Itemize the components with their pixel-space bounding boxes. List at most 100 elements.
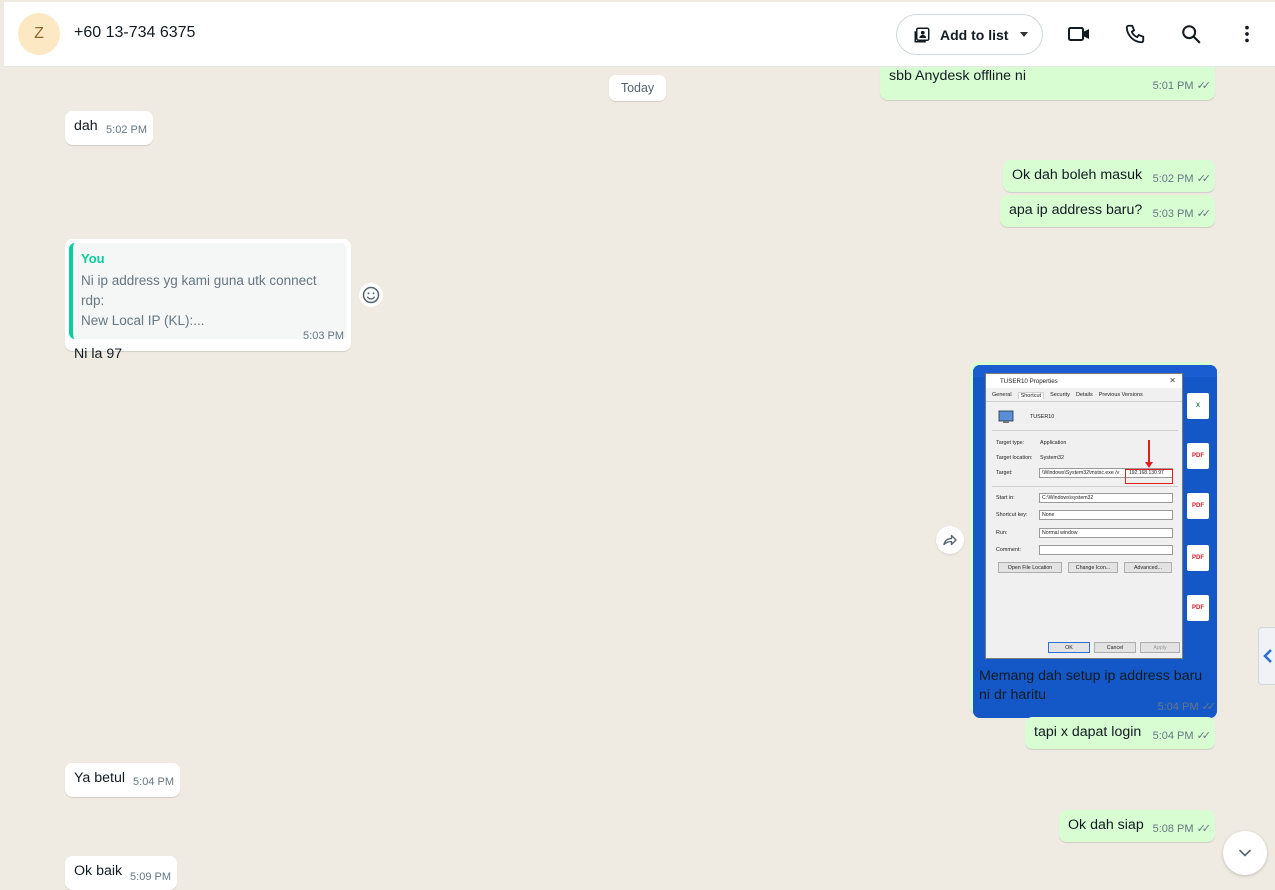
message-text: Ok baik bbox=[74, 863, 123, 879]
message-text: tapi x dapat login bbox=[1034, 724, 1142, 740]
tab-shortcut: Shortcut bbox=[1017, 392, 1045, 399]
run-label: Run: bbox=[996, 530, 1008, 536]
tab-previous-versions: Previous Versions bbox=[1098, 392, 1143, 398]
message-bubble-outgoing[interactable]: Ok dah siap 5:08 PM ✓✓ bbox=[1059, 810, 1215, 842]
message-text: Ok dah boleh masuk bbox=[1012, 167, 1143, 183]
message-time: 5:02 PM bbox=[106, 124, 147, 136]
read-ticks-icon: ✓✓ bbox=[1196, 80, 1212, 92]
target-location-label: Target location: bbox=[996, 455, 1033, 461]
message-bubble-outgoing[interactable]: sbb Anydesk offline ni 5:01 PM ✓✓ bbox=[880, 67, 1215, 100]
chat-header: Z +60 13-734 6375 Add to list bbox=[4, 2, 1275, 67]
pdf-file-icon: PDF bbox=[1187, 493, 1209, 519]
message-time: 5:03 PM bbox=[1152, 208, 1194, 220]
start-in-field: C:\Windows\system32 bbox=[1039, 493, 1173, 503]
add-to-list-label: Add to list bbox=[940, 26, 1009, 43]
read-ticks-icon: ✓✓ bbox=[1196, 173, 1212, 185]
more-options-icon[interactable] bbox=[1235, 22, 1259, 46]
shortcut-name: TUSER10 bbox=[1030, 414, 1055, 420]
quote-text-line: New Local IP (KL):... bbox=[81, 313, 205, 328]
properties-dialog: TUSER10 Properties ✕ General Shortcut Sec… bbox=[985, 373, 1183, 659]
side-panel-toggle[interactable] bbox=[1258, 627, 1275, 685]
dialog-title: TUSER10 Properties ✕ bbox=[986, 374, 1182, 388]
ok-button: OK bbox=[1048, 642, 1090, 653]
message-time: 5:04 PM bbox=[1157, 701, 1199, 713]
close-icon: ✕ bbox=[1169, 376, 1176, 385]
message-bubble-outgoing[interactable]: tapi x dapat login 5:04 PM ✓✓ bbox=[1025, 717, 1215, 749]
voice-call-icon[interactable] bbox=[1123, 22, 1147, 46]
quote-author: You bbox=[81, 251, 105, 266]
apply-button: Apply bbox=[1140, 642, 1180, 653]
message-bubble-incoming[interactable]: Ok baik 5:09 PM bbox=[65, 856, 177, 890]
quote-text-line: Ni ip address yg kami guna utk connect r… bbox=[81, 273, 317, 308]
run-select: Normal window bbox=[1039, 528, 1173, 538]
tab-security: Security bbox=[1050, 392, 1070, 398]
message-bubble-incoming-reply[interactable]: You Ni ip address yg kami guna utk conne… bbox=[65, 239, 351, 362]
change-icon-button: Change Icon... bbox=[1068, 562, 1118, 573]
red-highlight-box bbox=[1125, 469, 1173, 484]
message-time: 5:02 PM bbox=[1152, 173, 1194, 185]
remote-desktop-icon bbox=[998, 410, 1014, 423]
message-text: sbb Anydesk offline ni bbox=[889, 68, 1026, 84]
message-text: Ni la 97 bbox=[74, 346, 123, 362]
contact-list-icon bbox=[914, 27, 930, 42]
search-icon[interactable] bbox=[1179, 22, 1203, 46]
cancel-button: Cancel bbox=[1094, 642, 1136, 653]
attached-screenshot-image[interactable]: X PDF PDF PDF PDF TUSER10 Properties ✕ Ge… bbox=[973, 365, 1217, 718]
target-label: Target: bbox=[996, 470, 1013, 476]
forward-icon[interactable] bbox=[936, 526, 964, 554]
caption-line: Memang dah setup ip address baru bbox=[979, 668, 1203, 684]
message-text: dah bbox=[74, 118, 98, 134]
quoted-message[interactable]: You Ni ip address yg kami guna utk conne… bbox=[69, 243, 347, 339]
read-ticks-icon: ✓✓ bbox=[1201, 701, 1217, 713]
message-bubble-incoming[interactable]: dah 5:02 PM bbox=[65, 111, 153, 145]
message-list[interactable]: Today sbb Anydesk offline ni 5:01 PM ✓✓ d… bbox=[4, 67, 1275, 890]
avatar-letter: Z bbox=[34, 25, 44, 42]
comment-label: Comment: bbox=[996, 547, 1021, 553]
dialog-tabs: General Shortcut Security Details Previo… bbox=[986, 388, 1182, 402]
video-call-icon[interactable] bbox=[1067, 22, 1091, 46]
shortcut-key-field: None bbox=[1039, 510, 1173, 520]
contact-name[interactable]: +60 13-734 6375 bbox=[74, 24, 195, 42]
tab-details: Details bbox=[1075, 392, 1093, 398]
message-time: 5:04 PM bbox=[133, 776, 174, 788]
tab-general: General bbox=[992, 392, 1012, 398]
excel-file-icon: X bbox=[1187, 393, 1209, 419]
shortcut-key-label: Shortcut key: bbox=[996, 512, 1028, 518]
comment-field bbox=[1039, 545, 1173, 555]
read-ticks-icon: ✓✓ bbox=[1196, 730, 1212, 742]
message-time: 5:09 PM bbox=[130, 871, 171, 883]
pdf-file-icon: PDF bbox=[1187, 545, 1209, 571]
target-type-label: Target type: bbox=[996, 440, 1025, 446]
date-divider: Today bbox=[609, 75, 666, 101]
avatar[interactable]: Z bbox=[18, 13, 60, 55]
pdf-file-icon: PDF bbox=[1187, 443, 1209, 469]
divider bbox=[992, 430, 1178, 431]
target-type-value: Application bbox=[1040, 440, 1067, 446]
emoji-reaction-icon[interactable] bbox=[359, 283, 383, 307]
message-text: Ok dah siap bbox=[1068, 817, 1144, 833]
chevron-down-icon bbox=[1020, 32, 1029, 37]
message-text: Ya betul bbox=[74, 770, 126, 786]
read-ticks-icon: ✓✓ bbox=[1196, 823, 1212, 835]
message-bubble-outgoing[interactable]: Ok dah boleh masuk 5:02 PM ✓✓ bbox=[1003, 160, 1215, 192]
message-time: 5:08 PM bbox=[1152, 823, 1194, 835]
divider bbox=[992, 486, 1178, 487]
chevron-left-icon bbox=[1262, 649, 1272, 663]
message-bubble-outgoing[interactable]: apa ip address baru? 5:03 PM ✓✓ bbox=[1000, 195, 1215, 227]
start-in-label: Start in: bbox=[996, 495, 1015, 501]
message-time: 5:01 PM bbox=[1152, 80, 1194, 92]
message-time: 5:04 PM bbox=[1152, 730, 1194, 742]
add-to-list-button[interactable]: Add to list bbox=[896, 14, 1043, 55]
advanced-button: Advanced... bbox=[1124, 562, 1172, 573]
message-time: 5:03 PM bbox=[303, 330, 344, 342]
pdf-file-icon: PDF bbox=[1187, 595, 1209, 621]
target-location-value: System32 bbox=[1040, 455, 1064, 461]
image-time-wrap: 5:04 PM ✓✓ bbox=[1157, 697, 1217, 715]
scroll-to-bottom-button[interactable] bbox=[1223, 831, 1267, 875]
message-bubble-incoming[interactable]: Ya betul 5:04 PM bbox=[65, 763, 180, 797]
red-arrow-head bbox=[1145, 462, 1153, 468]
read-ticks-icon: ✓✓ bbox=[1196, 208, 1212, 220]
open-file-location-button: Open File Location bbox=[998, 562, 1062, 573]
chevron-down-icon bbox=[1239, 849, 1251, 857]
message-text: apa ip address baru? bbox=[1009, 202, 1143, 218]
